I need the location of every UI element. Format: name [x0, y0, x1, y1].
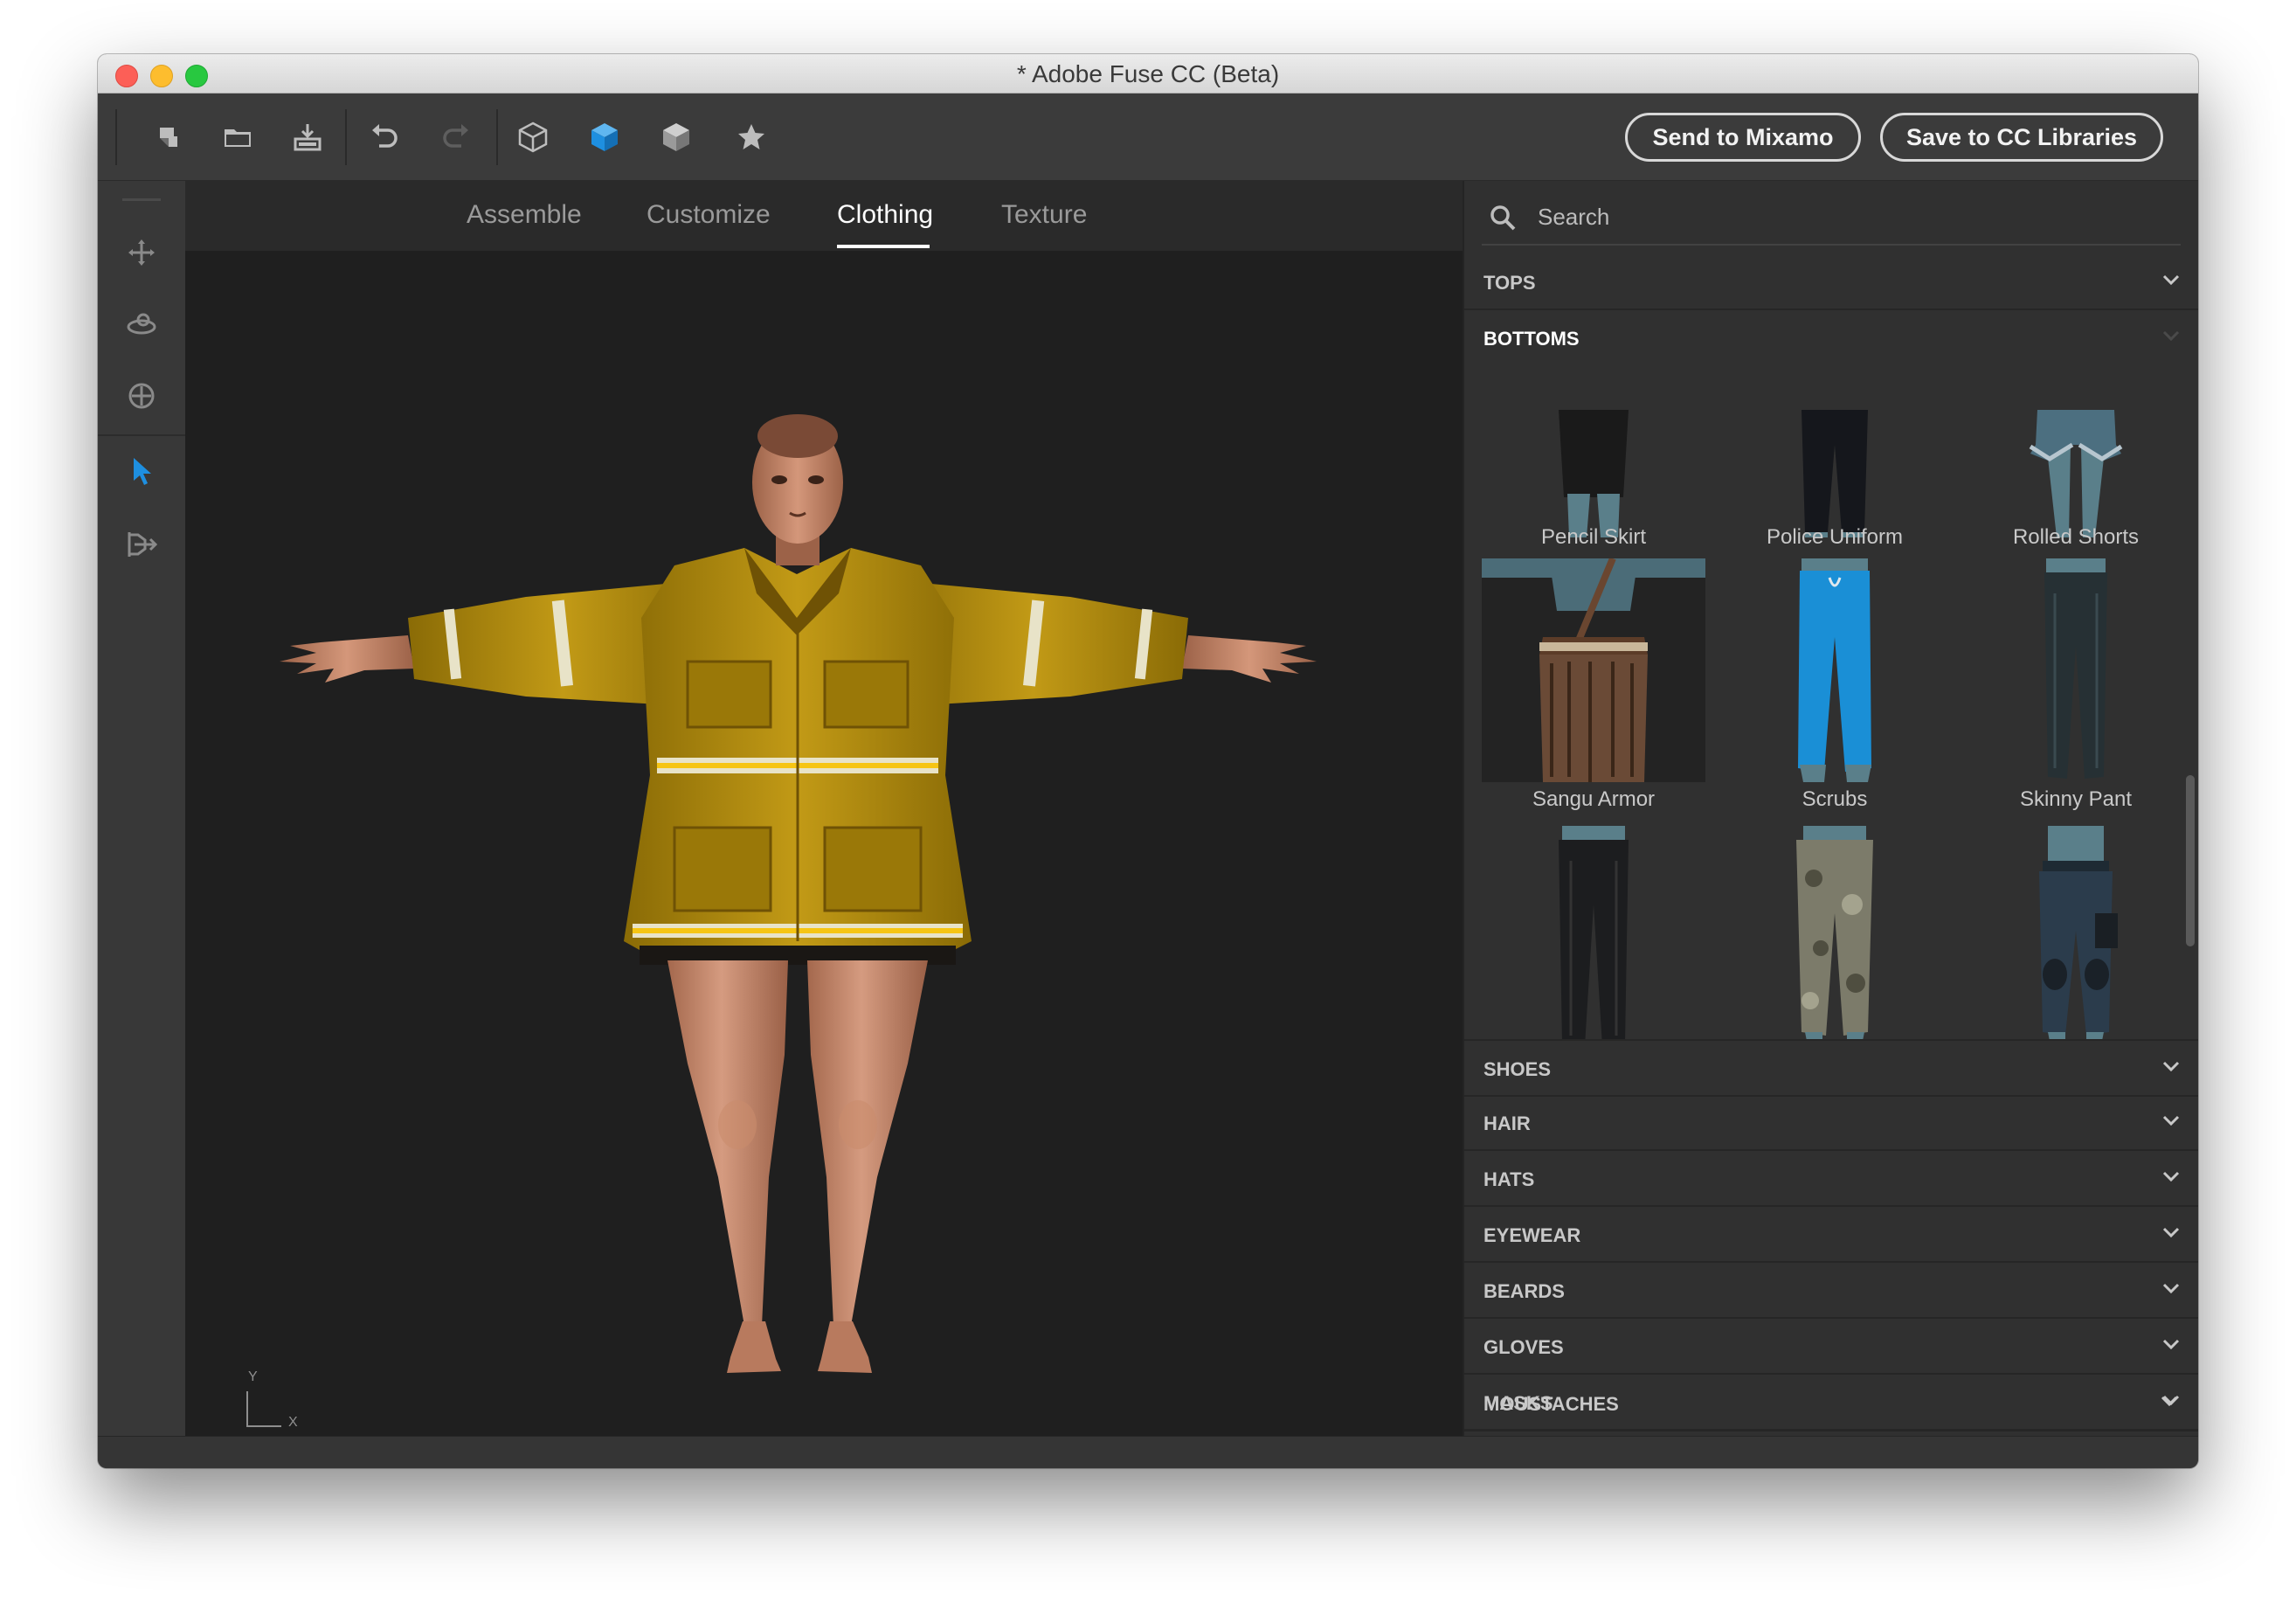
category-eyewear[interactable]: EYEWEAR	[1464, 1207, 2198, 1263]
cube-solid-icon[interactable]	[587, 120, 622, 155]
item-camo-pants[interactable]	[1723, 826, 1947, 1039]
rotate-icon[interactable]	[124, 307, 159, 342]
item-thumbnail	[1723, 826, 1947, 1039]
item-thumbnail	[1964, 558, 2188, 782]
item-label: Police Uniform	[1766, 525, 1904, 549]
bottoms-grid: Pencil Skirt Police Uniform Rolled Short…	[1464, 410, 2198, 1039]
item-thumbnail	[1482, 410, 1705, 537]
category-label: MOUSTACHES	[1483, 1393, 1619, 1415]
item-thumbnail	[1723, 410, 1947, 537]
item-pencil-skirt[interactable]: Pencil Skirt	[1482, 410, 1705, 549]
chevron-down-icon	[2162, 274, 2180, 286]
move-icon[interactable]	[124, 235, 159, 270]
category-label: EYEWEAR	[1483, 1224, 1581, 1246]
category-label: SHOES	[1483, 1058, 1552, 1080]
item-tactical-pants[interactable]	[1964, 826, 2188, 1039]
category-label: GLOVES	[1483, 1336, 1564, 1358]
mode-tabs: Assemble Customize Clothing Texture	[185, 181, 1463, 251]
toolbar-divider	[496, 109, 498, 165]
chevron-down-icon	[2161, 1396, 2178, 1407]
item-label: Sangu Armor	[1532, 787, 1656, 811]
axis-x-line	[246, 1425, 281, 1427]
status-bar	[98, 1436, 2198, 1468]
chevron-down-icon	[2162, 1061, 2180, 1072]
star-icon[interactable]	[734, 120, 769, 155]
category-label: HATS	[1483, 1168, 1535, 1190]
category-beards[interactable]: BEARDS	[1464, 1263, 2198, 1319]
tab-customize[interactable]: Customize	[647, 200, 771, 230]
item-police-uniform[interactable]: Police Uniform	[1723, 410, 1947, 549]
category-hats[interactable]: HATS	[1464, 1151, 2198, 1207]
chevron-down-icon	[2162, 1115, 2180, 1126]
chevron-down-icon	[2162, 1227, 2180, 1238]
item-scrubs[interactable]: Scrubs	[1723, 558, 1947, 811]
chevron-down-icon	[2162, 330, 2180, 342]
cube-outline-icon[interactable]	[515, 120, 550, 155]
category-label: TOPS	[1483, 272, 1536, 294]
item-thumbnail	[1964, 826, 2188, 1039]
search-bar[interactable]: Search	[1482, 191, 2181, 246]
app-window: * Adobe Fuse CC (Beta) Send to Mixamo Sa…	[98, 54, 2198, 1468]
item-thumbnail	[1482, 558, 1705, 782]
category-moustaches[interactable]: MOUSTACHES	[1464, 1376, 2198, 1431]
item-label: Pencil Skirt	[1540, 525, 1647, 549]
item-thumbnail	[1964, 410, 2188, 537]
item-rolled-shorts[interactable]: Rolled Shorts	[1964, 410, 2188, 549]
category-label: BEARDS	[1483, 1280, 1565, 1302]
tab-clothing[interactable]: Clothing	[837, 200, 933, 230]
axis-y-line	[246, 1391, 248, 1426]
window-title: * Adobe Fuse CC (Beta)	[1016, 60, 1280, 87]
export-icon[interactable]	[124, 527, 159, 562]
3d-viewport[interactable]: Y X	[185, 251, 1463, 1436]
search-placeholder: Search	[1538, 204, 1610, 230]
category-hair[interactable]: HAIR	[1464, 1095, 2198, 1151]
redo-icon[interactable]	[439, 120, 474, 155]
item-label: Scrubs	[1802, 787, 1868, 811]
chevron-down-icon	[2162, 1171, 2180, 1182]
tab-assemble[interactable]: Assemble	[467, 200, 582, 230]
open-folder-icon[interactable]	[220, 120, 255, 155]
search-icon	[1490, 205, 1516, 231]
item-label: Skinny Pant	[2019, 787, 2133, 811]
new-file-icon[interactable]	[150, 120, 185, 155]
axis-x-label: X	[288, 1415, 298, 1430]
item-skinny-pant[interactable]: Skinny Pant	[1964, 558, 2188, 811]
chevron-down-icon	[2162, 1339, 2180, 1350]
category-bottoms[interactable]: BOTTOMS	[1464, 310, 2198, 364]
item-thumbnail	[1723, 558, 1947, 782]
target-icon[interactable]	[124, 378, 159, 413]
panel-scrollbar[interactable]	[2186, 775, 2195, 946]
clothing-panel: Search TOPS BOTTOMS Pencil Skirt Police …	[1463, 181, 2198, 1436]
item-label: Rolled Shorts	[2012, 525, 2140, 549]
category-label: HAIR	[1483, 1112, 1531, 1134]
character-model[interactable]	[185, 251, 1463, 1436]
sidebar-divider	[98, 434, 185, 436]
import-icon[interactable]	[290, 120, 325, 155]
main-toolbar: Send to Mixamo Save to CC Libraries	[98, 94, 2198, 181]
axis-y-label: Y	[248, 1369, 258, 1384]
send-to-mixamo-button[interactable]: Send to Mixamo	[1625, 113, 1861, 162]
tool-sidebar	[98, 181, 185, 1436]
category-tops[interactable]: TOPS	[1464, 254, 2198, 310]
toolbar-divider	[345, 109, 347, 165]
cube-shaded-icon[interactable]	[659, 120, 694, 155]
chevron-down-icon	[2162, 1283, 2180, 1294]
save-to-cc-libraries-button[interactable]: Save to CC Libraries	[1880, 113, 2163, 162]
sidebar-grip	[122, 198, 161, 201]
title-bar: * Adobe Fuse CC (Beta)	[98, 54, 2198, 94]
item-thumbnail	[1482, 826, 1705, 1039]
tab-texture[interactable]: Texture	[1001, 200, 1087, 230]
category-shoes[interactable]: SHOES	[1464, 1039, 2198, 1097]
undo-icon[interactable]	[367, 120, 402, 155]
active-tab-indicator	[837, 245, 930, 248]
category-label: BOTTOMS	[1483, 328, 1580, 350]
select-arrow-icon[interactable]	[124, 454, 159, 489]
toolbar-divider	[115, 109, 117, 165]
item-dark-jeans[interactable]	[1482, 826, 1705, 1039]
item-sangu-armor[interactable]: Sangu Armor	[1482, 558, 1705, 811]
category-gloves[interactable]: GLOVES	[1464, 1319, 2198, 1375]
